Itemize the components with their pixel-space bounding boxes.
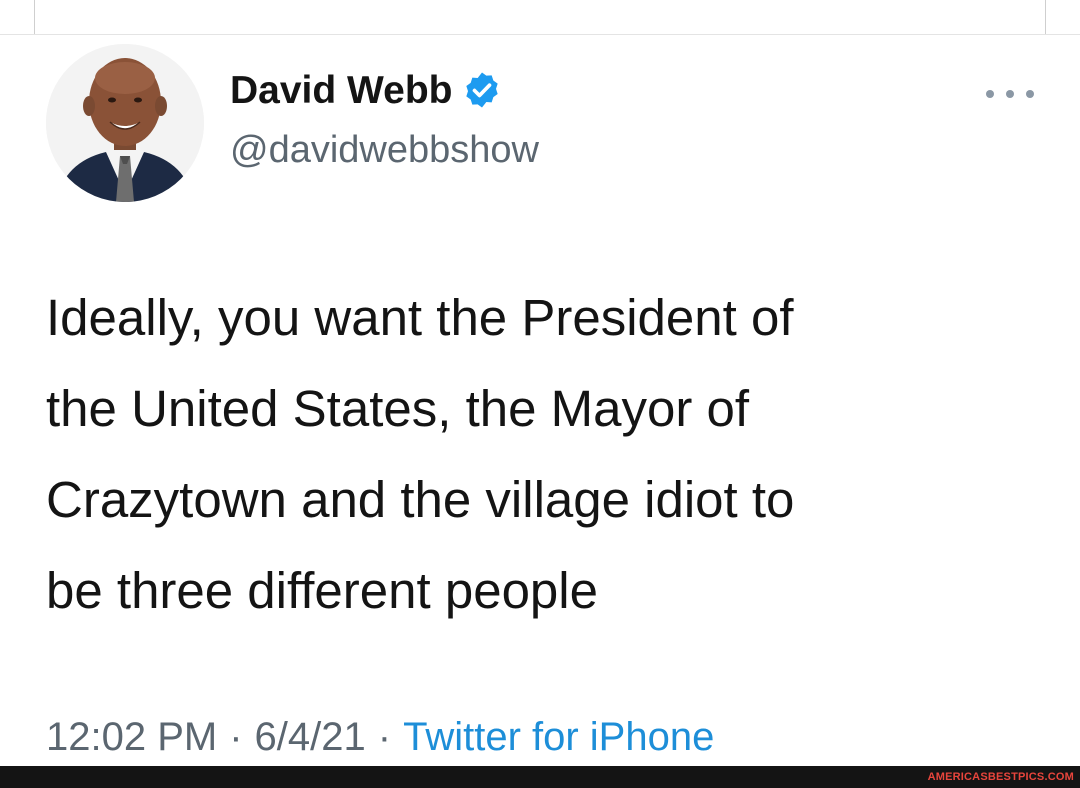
avatar[interactable] — [46, 44, 204, 202]
footer-bar: AMERICASBESTPICS.COM — [0, 766, 1080, 788]
author-display-name[interactable]: David Webb — [230, 71, 452, 110]
verified-badge-icon — [466, 72, 499, 108]
tweet-text-line: Crazytown and the village idiot to — [46, 471, 795, 528]
tweet-time[interactable]: 12:02 PM — [46, 715, 217, 759]
author-name-row: David Webb — [230, 70, 502, 110]
tweet-date[interactable]: 6/4/21 — [255, 715, 366, 759]
divider — [34, 0, 35, 34]
tweet-text-line: the United States, the Mayor of — [46, 380, 750, 437]
meta-separator: · — [377, 715, 392, 759]
avatar-photo-icon — [46, 44, 204, 202]
more-dots-icon[interactable] — [986, 84, 1034, 104]
dot — [1026, 90, 1034, 98]
tweet-text-line: Ideally, you want the President of — [46, 289, 794, 346]
top-strip — [0, 0, 1080, 35]
tweet-meta: 12:02 PM · 6/4/21 · Twitter for iPhone — [46, 713, 714, 761]
meta-separator: · — [229, 715, 243, 759]
tweet-source-link[interactable]: Twitter for iPhone — [403, 715, 714, 759]
watermark: AMERICASBESTPICS.COM — [927, 771, 1074, 783]
divider — [1045, 0, 1046, 34]
tweet-text-line: be three different people — [46, 562, 598, 619]
tweet-screenshot: David Webb @davidwebbshow Ideally, you w… — [0, 0, 1080, 788]
dot — [1006, 90, 1014, 98]
tweet-text: Ideally, you want the President of the U… — [46, 272, 1036, 636]
author-handle[interactable]: @davidwebbshow — [230, 131, 539, 169]
dot — [986, 90, 994, 98]
